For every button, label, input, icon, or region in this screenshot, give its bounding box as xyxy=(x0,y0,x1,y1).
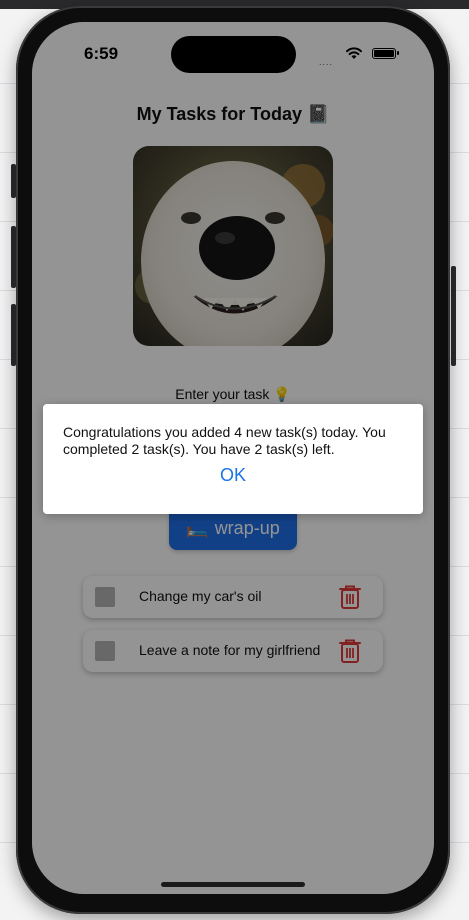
power-button[interactable] xyxy=(451,266,456,366)
ok-button[interactable]: OK xyxy=(43,465,423,486)
alert-message: Congratulations you added 4 new task(s) … xyxy=(63,424,386,457)
home-indicator[interactable] xyxy=(161,882,305,887)
alert-dialog: Congratulations you added 4 new task(s) … xyxy=(43,404,423,514)
